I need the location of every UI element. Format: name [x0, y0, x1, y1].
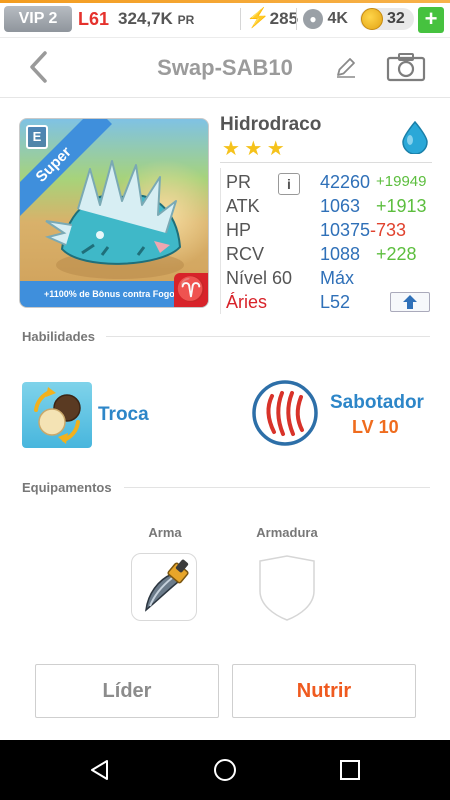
system-nav-bar	[0, 740, 450, 800]
stat-value: Máx	[320, 268, 355, 288]
monster-card[interactable]: Super E +1100% de Bônus contra Fogo ♈	[19, 118, 209, 308]
star-icon: ★	[244, 138, 263, 160]
player-level: L61	[78, 9, 110, 29]
star-icon: ★	[222, 138, 240, 160]
stat-value: 42260	[320, 172, 371, 192]
upgrade-button[interactable]	[390, 292, 430, 312]
equipment-heading: Equipamentos	[22, 480, 112, 495]
aries-sign-icon: ♈	[174, 273, 208, 307]
stat-delta: +19949	[376, 173, 427, 190]
coin-icon	[361, 8, 383, 30]
leader-skill-name: Sabotador	[330, 392, 424, 413]
stats-divider	[220, 162, 432, 163]
feed-button[interactable]: Nutrir	[232, 664, 416, 718]
back-triangle-icon[interactable]	[88, 758, 112, 782]
stat-value: 1063	[320, 196, 361, 216]
stat-delta: +1913	[376, 196, 427, 216]
divider	[296, 8, 297, 30]
evolve-icon: E	[26, 125, 48, 149]
paw-value: 4K	[327, 10, 348, 27]
back-arrow-icon[interactable]	[26, 50, 52, 84]
energy-value: 285	[269, 9, 299, 28]
recents-square-icon[interactable]	[338, 758, 362, 782]
add-coins-button[interactable]: +	[418, 7, 444, 33]
stats-left-border	[220, 168, 221, 314]
paw-icon: ●	[303, 8, 323, 29]
home-circle-icon[interactable]	[213, 758, 237, 782]
stat-label: PR	[226, 172, 252, 192]
section-divider	[124, 487, 430, 488]
abilities-heading: Habilidades	[22, 329, 95, 344]
weapon-slot[interactable]	[131, 553, 197, 621]
paw-counter[interactable]: ● 4K	[303, 8, 348, 30]
info-button[interactable]: i	[278, 173, 300, 195]
stat-label: HP	[226, 220, 252, 240]
star-rating: ★ ★ ★	[222, 138, 285, 160]
star-icon: ★	[266, 138, 285, 160]
dagger-icon	[145, 559, 189, 612]
up-arrow-icon	[403, 295, 417, 309]
stat-delta: -733	[370, 220, 407, 240]
player-power-value: 324,7K	[118, 9, 173, 28]
resource-bar: VIP 2 L61 324,7K PR ⚡285 ● 4K 32 +	[0, 0, 450, 38]
leader-skill-level: LV 10	[352, 417, 399, 437]
water-drop-icon	[402, 120, 428, 154]
coin-counter[interactable]: 32	[360, 8, 414, 30]
page-title: Swap-SAB10	[157, 55, 293, 80]
swap-icon	[34, 387, 81, 444]
monster-name: Hidrodraco	[220, 114, 322, 135]
camera-icon[interactable]	[386, 52, 426, 82]
stat-delta: +228	[376, 244, 417, 264]
player-power-unit: PR	[177, 13, 195, 27]
pencil-icon[interactable]	[334, 55, 358, 79]
sign-label: Áries	[226, 292, 268, 312]
weapon-label: Arma	[148, 525, 182, 540]
stat-label: ATK	[226, 196, 260, 216]
stat-value: 10375	[320, 220, 371, 240]
player-power: 324,7K PR	[118, 7, 194, 32]
armor-slot[interactable]	[254, 553, 320, 623]
stat-label: Nível 60	[226, 268, 293, 288]
divider	[240, 8, 241, 30]
sign-level: L52	[320, 292, 351, 312]
energy-counter[interactable]: ⚡285	[246, 7, 298, 31]
lightning-icon: ⚡	[246, 8, 270, 29]
skill-icon[interactable]	[22, 382, 92, 448]
armor-label: Armadura	[256, 525, 318, 540]
skill-name: Troca	[98, 404, 149, 425]
stat-label: RCV	[226, 244, 265, 264]
page-header: Swap-SAB10	[0, 38, 450, 98]
top-accent-line	[0, 0, 450, 3]
coin-value: 32	[387, 10, 405, 27]
claw-icon[interactable]	[252, 380, 318, 446]
vip-badge[interactable]: VIP 2	[4, 6, 72, 32]
leader-button[interactable]: Líder	[35, 664, 219, 718]
section-divider	[106, 336, 430, 337]
stat-value: 1088	[320, 244, 361, 264]
